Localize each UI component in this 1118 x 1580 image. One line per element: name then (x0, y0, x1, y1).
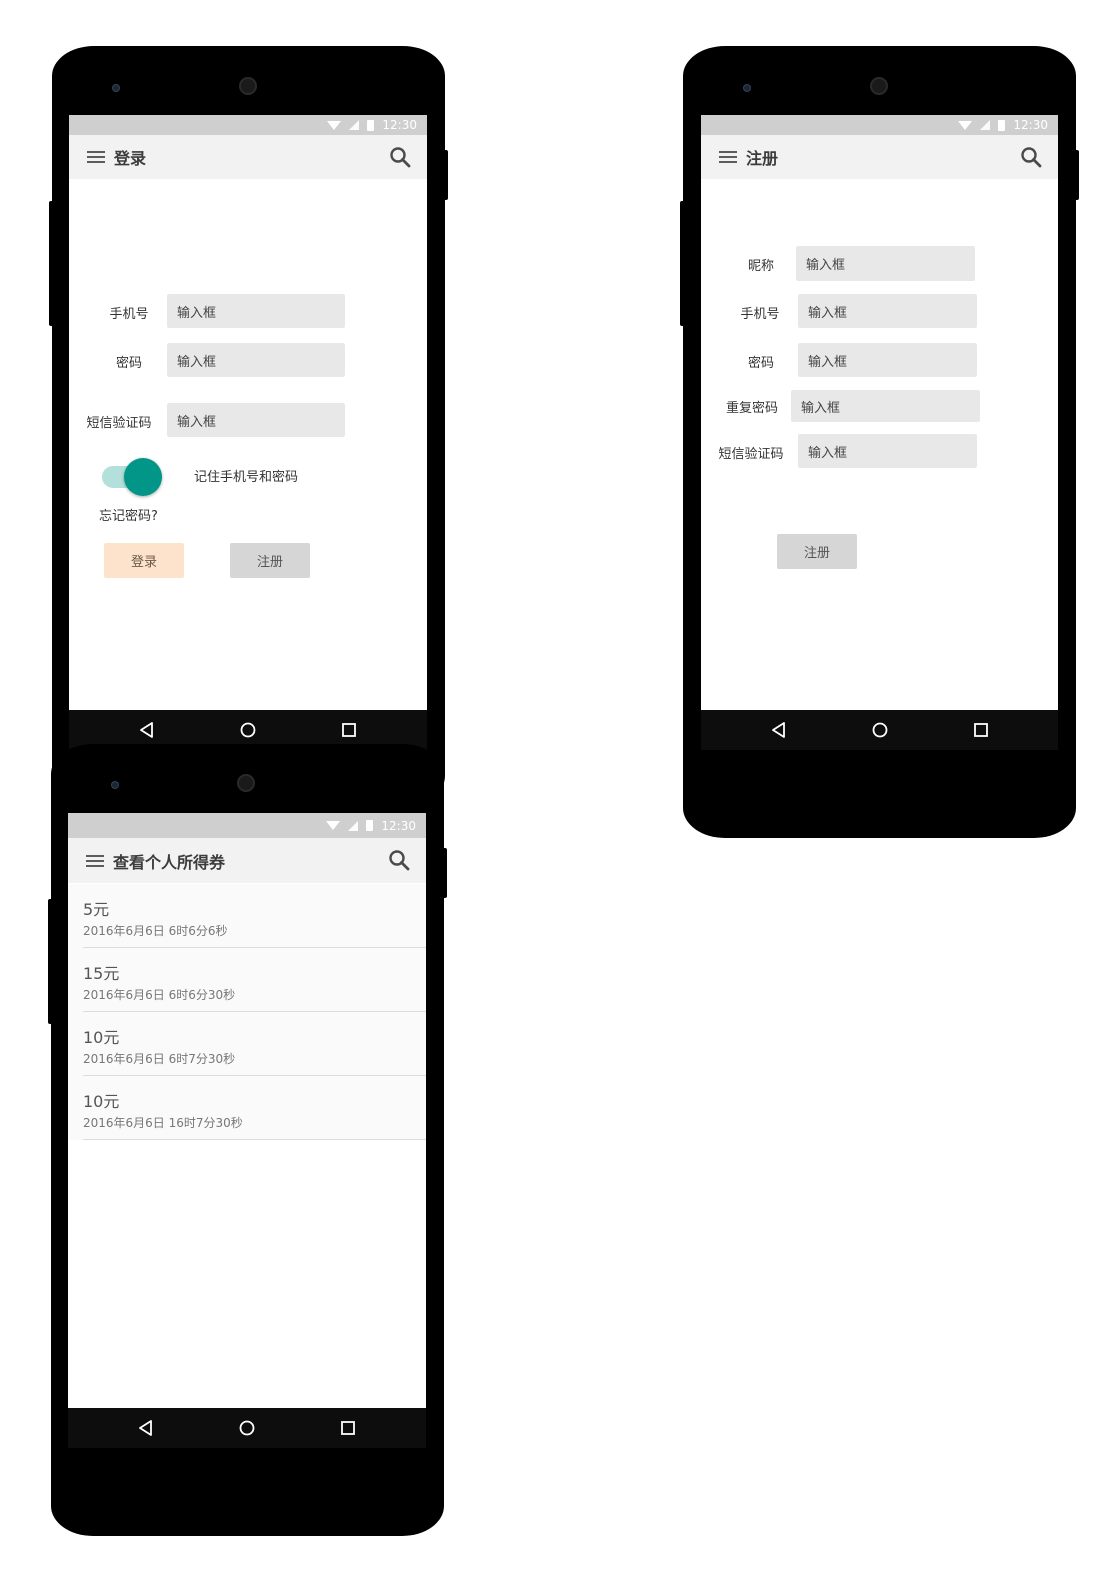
register-screen: 12:30 注册 昵称 输入框 手机号 输入框 密码 输入框 重复密码 输入框 … (701, 115, 1058, 750)
page-title: 查看个人所得券 (113, 852, 226, 872)
back-icon (139, 1420, 152, 1436)
recents-button[interactable] (298, 1421, 399, 1435)
sms-code-input[interactable]: 输入框 (167, 403, 345, 437)
coupon-list-item[interactable]: 10元 2016年6月6日 16时7分30秒 (68, 1076, 426, 1140)
app-bar: 登录 (69, 135, 427, 179)
password-label: 密码 (115, 356, 142, 371)
phone-input[interactable]: 输入框 (167, 294, 345, 328)
status-time: 12:30 (381, 818, 416, 833)
remember-toggle[interactable] (102, 458, 164, 496)
home-icon (872, 722, 887, 738)
wifi-icon (327, 120, 342, 130)
phone-login: 12:30 登录 手机号 输入框 密码 输入框 短信验证码 输入框 记住手机号和… (49, 46, 449, 806)
app-bar: 查看个人所得券 (68, 838, 426, 883)
page-title: 登录 (114, 149, 147, 168)
home-icon (239, 1420, 255, 1436)
phone-input[interactable]: 输入框 (798, 294, 977, 328)
menu-icon[interactable] (719, 150, 737, 164)
back-button[interactable] (96, 1420, 197, 1436)
remember-label: 记住手机号和密码 (194, 470, 299, 485)
nickname-label: 昵称 (747, 259, 774, 274)
front-camera (743, 84, 751, 92)
battery-icon (998, 119, 1006, 131)
status-time: 12:30 (382, 118, 417, 132)
phone-coupons: 12:30 查看个人所得券 5元 2016年6月6日 6时6分6秒 15元 20… (48, 744, 448, 1536)
toggle-knob (124, 458, 162, 496)
status-time: 12:30 (1013, 118, 1048, 132)
menu-icon[interactable] (87, 150, 105, 164)
coupon-amount: 5元 (83, 900, 110, 919)
coupon-datetime: 2016年6月6日 6时7分30秒 (83, 1052, 236, 1066)
front-camera (112, 84, 120, 92)
status-bar: 12:30 (701, 115, 1058, 135)
back-icon (771, 722, 785, 738)
password-input[interactable]: 输入框 (167, 343, 345, 377)
search-icon[interactable] (388, 849, 410, 871)
wifi-icon (326, 821, 341, 830)
page-title: 注册 (746, 149, 779, 168)
search-icon[interactable] (389, 146, 411, 168)
login-screen: 12:30 登录 手机号 输入框 密码 输入框 短信验证码 输入框 记住手机号和… (69, 115, 427, 750)
coupon-list-item[interactable]: 15元 2016年6月6日 6时6分30秒 (68, 948, 426, 1012)
menu-icon[interactable] (86, 854, 104, 868)
coupon-amount: 15元 (83, 964, 120, 983)
coupon-list-item[interactable]: 5元 2016年6月6日 6时6分6秒 (68, 884, 426, 948)
coupon-screen: 12:30 查看个人所得券 5元 2016年6月6日 6时6分6秒 15元 20… (68, 813, 426, 1448)
phone-register: 12:30 注册 昵称 输入框 手机号 输入框 密码 输入框 重复密码 输入框 … (680, 46, 1080, 838)
password-input[interactable]: 输入框 (798, 343, 977, 377)
coupon-amount: 10元 (83, 1028, 120, 1047)
speaker-grille (237, 774, 255, 792)
battery-icon (367, 119, 375, 131)
phone-label: 手机号 (109, 307, 149, 322)
back-icon (140, 722, 153, 738)
recents-icon (973, 723, 988, 737)
coupon-datetime: 2016年6月6日 16时7分30秒 (83, 1116, 243, 1130)
register-button[interactable]: 注册 (777, 534, 857, 569)
password-label: 密码 (747, 356, 774, 371)
back-button[interactable] (728, 722, 829, 738)
speaker-grille (239, 77, 257, 95)
repeat-password-label: 重复密码 (725, 401, 778, 416)
sms-code-input[interactable]: 输入框 (798, 434, 977, 468)
signal-icon (980, 120, 991, 130)
battery-icon (366, 820, 374, 831)
home-button[interactable] (829, 722, 930, 738)
signal-icon (349, 120, 360, 130)
nav-bar (68, 1408, 426, 1448)
sms-code-label: 短信验证码 (86, 416, 152, 431)
phone-label: 手机号 (740, 307, 780, 322)
home-button[interactable] (197, 1420, 298, 1436)
recents-button[interactable] (930, 723, 1031, 737)
wifi-icon (958, 120, 973, 130)
coupon-datetime: 2016年6月6日 6时6分6秒 (83, 924, 228, 938)
speaker-grille (870, 77, 888, 95)
nav-bar (701, 710, 1058, 750)
recents-icon (341, 1421, 355, 1435)
coupon-list-item[interactable]: 10元 2016年6月6日 6时7分30秒 (68, 1012, 426, 1076)
repeat-password-input[interactable]: 输入框 (791, 390, 980, 422)
register-button[interactable]: 注册 (230, 543, 310, 578)
login-button[interactable]: 登录 (104, 543, 184, 578)
front-camera (111, 781, 119, 789)
recents-button[interactable] (299, 723, 400, 737)
status-bar: 12:30 (69, 115, 427, 135)
coupon-amount: 10元 (83, 1092, 120, 1111)
home-button[interactable] (198, 722, 299, 738)
recents-icon (342, 723, 356, 737)
divider (83, 1139, 426, 1140)
sms-code-label: 短信验证码 (718, 447, 784, 462)
signal-icon (348, 820, 359, 831)
coupon-datetime: 2016年6月6日 6时6分30秒 (83, 988, 236, 1002)
home-icon (240, 722, 256, 738)
search-icon[interactable] (1020, 146, 1042, 168)
nickname-input[interactable]: 输入框 (796, 246, 975, 281)
status-bar: 12:30 (68, 813, 426, 838)
forgot-password-link[interactable]: 忘记密码? (99, 505, 158, 524)
app-bar: 注册 (701, 135, 1058, 179)
back-button[interactable] (97, 722, 198, 738)
